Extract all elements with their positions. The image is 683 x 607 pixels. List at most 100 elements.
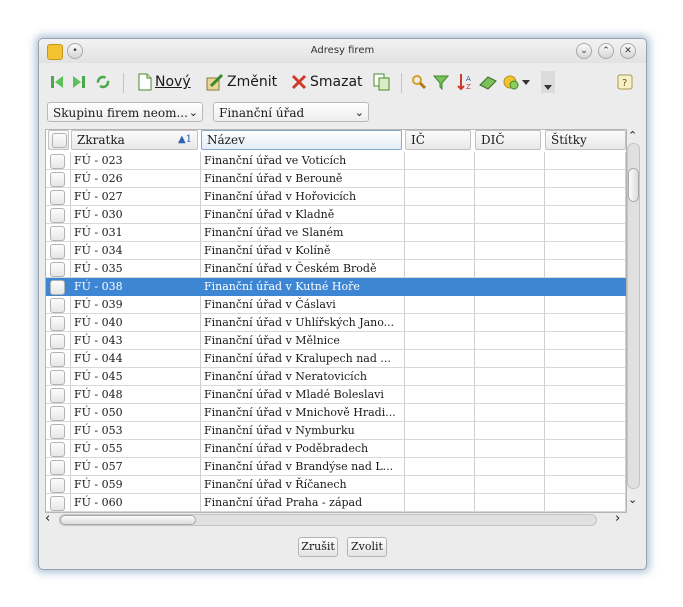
row-checkbox[interactable] bbox=[50, 316, 65, 331]
table-row[interactable]: FÚ - 031 Finanční úřad ve Slaném bbox=[46, 224, 626, 242]
table-row[interactable]: FÚ - 048 Finanční úřad v Mladé Boleslavi bbox=[46, 386, 626, 404]
hscroll-thumb[interactable] bbox=[60, 515, 196, 525]
sort-ascending-icon: ▲1 bbox=[177, 134, 192, 145]
table-row[interactable]: FÚ - 043 Finanční úřad v Mělnice bbox=[46, 332, 626, 350]
table-row[interactable]: FÚ - 055 Finanční úřad v Poděbradech bbox=[46, 440, 626, 458]
scroll-down-icon[interactable]: ⌄ bbox=[628, 493, 637, 506]
select-all-header[interactable] bbox=[48, 130, 69, 150]
row-checkbox[interactable] bbox=[50, 226, 65, 241]
toolbar-overflow-icon[interactable] bbox=[541, 71, 555, 93]
refresh-icon[interactable] bbox=[95, 71, 111, 93]
edit-button[interactable]: Změnit bbox=[206, 71, 277, 93]
scroll-up-icon[interactable]: ⌃ bbox=[628, 129, 637, 142]
row-checkbox[interactable] bbox=[50, 352, 65, 367]
column-header-dic[interactable]: DIČ bbox=[475, 130, 541, 150]
cell-ic bbox=[405, 242, 475, 260]
column-header-ic[interactable]: IČ bbox=[405, 130, 471, 150]
column-header-code[interactable]: Zkratka ▲1 bbox=[71, 130, 198, 150]
cell-name: Finanční úřad v Mnichově Hradi... bbox=[201, 404, 405, 422]
search-icon[interactable] bbox=[411, 71, 427, 93]
row-checkbox[interactable] bbox=[50, 334, 65, 349]
cell-dic bbox=[475, 170, 545, 188]
choose-button[interactable]: Zvolit bbox=[347, 537, 387, 557]
table-row[interactable]: FÚ - 053 Finanční úřad v Nymburku bbox=[46, 422, 626, 440]
copy-icon[interactable] bbox=[373, 71, 391, 93]
cell-code: FÚ - 044 bbox=[71, 350, 201, 368]
table-row[interactable]: FÚ - 044 Finanční úřad v Kralupech nad ..… bbox=[46, 350, 626, 368]
row-checkbox[interactable] bbox=[50, 208, 65, 223]
column-header-label: Štítky bbox=[551, 133, 587, 147]
column-header-tags[interactable]: Štítky bbox=[545, 130, 626, 150]
row-checkbox-cell bbox=[46, 368, 71, 386]
cell-dic bbox=[475, 476, 545, 494]
row-checkbox[interactable] bbox=[50, 442, 65, 457]
cancel-button[interactable]: Zrušit bbox=[298, 537, 338, 557]
sort-icon[interactable]: AZ bbox=[457, 71, 473, 93]
table-row[interactable]: FÚ - 050 Finanční úřad v Mnichově Hradi..… bbox=[46, 404, 626, 422]
table-row[interactable]: FÚ - 034 Finanční úřad v Kolíně bbox=[46, 242, 626, 260]
cell-dic bbox=[475, 242, 545, 260]
close-icon[interactable]: ✕ bbox=[620, 43, 636, 59]
new-document-icon bbox=[138, 73, 152, 91]
table-row[interactable]: FÚ - 059 Finanční úřad v Říčanech bbox=[46, 476, 626, 494]
table-row[interactable]: FÚ - 057 Finanční úřad v Brandýse nad L..… bbox=[46, 458, 626, 476]
row-checkbox[interactable] bbox=[50, 244, 65, 259]
scroll-right-icon[interactable]: › bbox=[615, 511, 620, 526]
row-checkbox[interactable] bbox=[50, 154, 65, 169]
row-checkbox[interactable] bbox=[50, 478, 65, 493]
table-row[interactable]: FÚ - 039 Finanční úřad v Čáslavi bbox=[46, 296, 626, 314]
row-checkbox[interactable] bbox=[50, 406, 65, 421]
scroll-track[interactable] bbox=[627, 143, 640, 489]
table-row[interactable]: FÚ - 060 Finanční úřad Praha - západ bbox=[46, 494, 626, 512]
select-all-checkbox[interactable] bbox=[52, 133, 67, 148]
column-header-label: IČ bbox=[411, 133, 425, 147]
table-row[interactable]: FÚ - 030 Finanční úřad v Kladně bbox=[46, 206, 626, 224]
vertical-scrollbar[interactable]: ⌃ ⌄ bbox=[626, 129, 640, 511]
horizontal-scrollbar[interactable]: ‹ › bbox=[45, 511, 625, 527]
maximize-icon[interactable]: ⌃ bbox=[598, 43, 614, 59]
new-button[interactable]: Nový bbox=[138, 71, 191, 93]
table-row[interactable]: FÚ - 023 Finanční úřad ve Voticích bbox=[46, 152, 626, 170]
tags-dropdown-icon[interactable] bbox=[503, 71, 531, 93]
cell-dic bbox=[475, 494, 545, 512]
row-checkbox[interactable] bbox=[50, 172, 65, 187]
category-filter-select[interactable]: Finanční úřad ⌄ bbox=[213, 102, 369, 122]
row-checkbox[interactable] bbox=[50, 424, 65, 439]
scroll-left-icon[interactable]: ‹ bbox=[45, 511, 50, 526]
cell-name: Finanční úřad Praha - západ bbox=[201, 494, 405, 512]
cell-tags bbox=[545, 404, 626, 422]
cell-dic bbox=[475, 260, 545, 278]
row-checkbox-cell bbox=[46, 242, 71, 260]
row-checkbox[interactable] bbox=[50, 190, 65, 205]
table-row[interactable]: FÚ - 038 Finanční úřad v Kutné Hoře bbox=[46, 278, 626, 296]
row-checkbox[interactable] bbox=[50, 496, 65, 511]
delete-button[interactable]: Smazat bbox=[291, 71, 363, 93]
eraser-icon[interactable] bbox=[479, 71, 497, 93]
scroll-thumb[interactable] bbox=[628, 168, 639, 202]
minimize-icon[interactable]: ⌄ bbox=[576, 43, 592, 59]
first-record-icon[interactable] bbox=[49, 71, 65, 93]
cell-code: FÚ - 034 bbox=[71, 242, 201, 260]
row-checkbox[interactable] bbox=[50, 370, 65, 385]
companies-table: Zkratka ▲1 Název IČ DIČ Štítky FÚ - 023 F… bbox=[45, 129, 627, 513]
table-row[interactable]: FÚ - 027 Finanční úřad v Hořovicích bbox=[46, 188, 626, 206]
help-icon[interactable]: ? bbox=[617, 71, 633, 93]
table-row[interactable]: FÚ - 040 Finanční úřad v Uhlířských Jano.… bbox=[46, 314, 626, 332]
column-header-name[interactable]: Název bbox=[201, 130, 402, 150]
row-checkbox[interactable] bbox=[50, 280, 65, 295]
table-row[interactable]: FÚ - 035 Finanční úřad v Českém Brodě bbox=[46, 260, 626, 278]
row-checkbox[interactable] bbox=[50, 388, 65, 403]
cell-code: FÚ - 055 bbox=[71, 440, 201, 458]
row-checkbox[interactable] bbox=[50, 298, 65, 313]
filter-icon[interactable] bbox=[433, 71, 449, 93]
cell-code: FÚ - 030 bbox=[71, 206, 201, 224]
row-checkbox[interactable] bbox=[50, 460, 65, 475]
cell-code: FÚ - 023 bbox=[71, 152, 201, 170]
hscroll-track[interactable] bbox=[59, 514, 597, 526]
table-row[interactable]: FÚ - 045 Finanční úřad v Neratovicích bbox=[46, 368, 626, 386]
cell-dic bbox=[475, 422, 545, 440]
group-filter-select[interactable]: Skupinu firem neom... ⌄ bbox=[47, 102, 203, 122]
row-checkbox[interactable] bbox=[50, 262, 65, 277]
table-row[interactable]: FÚ - 026 Finanční úřad v Berouně bbox=[46, 170, 626, 188]
last-record-icon[interactable] bbox=[71, 71, 87, 93]
